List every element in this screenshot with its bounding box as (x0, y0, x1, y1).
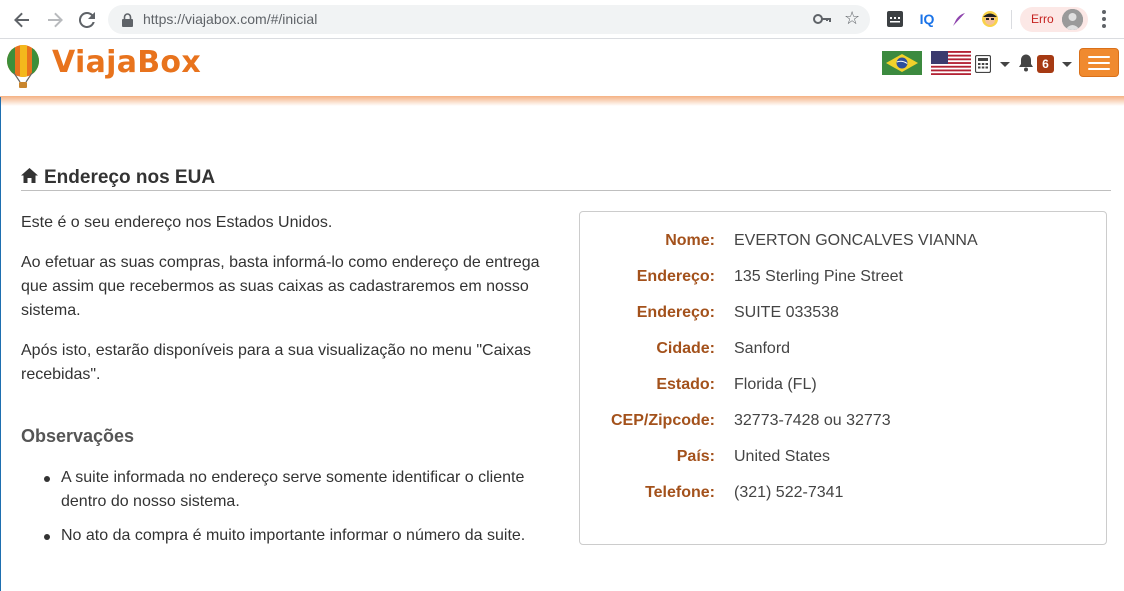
address-bar[interactable]: https://viajabox.com/#/inicial ☆ (108, 5, 870, 34)
calculator-icon[interactable] (974, 54, 992, 78)
address-label: Telefone: (645, 484, 715, 501)
address-value: United States (734, 448, 831, 465)
address-label: Endereço: (636, 304, 715, 321)
left-border (0, 97, 1, 591)
home-icon (21, 167, 38, 189)
availability-paragraph: Após isto, estarão disponíveis para a su… (21, 342, 531, 383)
hamburger-icon (1088, 55, 1110, 58)
address-row-zipcode: CEP/Zipcode: 32773-7428 ou 32773 (580, 412, 1108, 436)
brand-name[interactable]: ViajaBox (52, 45, 201, 80)
reload-icon[interactable] (76, 9, 98, 31)
balloon-logo[interactable] (6, 44, 42, 95)
hamburger-bar (1088, 67, 1110, 70)
page-title: Endereço nos EUA (21, 167, 215, 189)
address-row-city: Cidade: Sanford (580, 340, 1108, 364)
address-label: Nome: (665, 232, 715, 249)
address-row-suite: Endereço: SUITE 033538 (580, 304, 1108, 328)
hamburger-menu-button[interactable] (1079, 48, 1119, 77)
extension-iq-icon[interactable]: IQ (917, 9, 937, 29)
address-row-street: Endereço: 135 Sterling Pine Street (580, 268, 1108, 292)
bell-icon[interactable] (1018, 54, 1034, 77)
address-label: Cidade: (656, 340, 715, 357)
address-row-state: Estado: Florida (FL) (580, 376, 1108, 400)
profile-chip[interactable]: Erro (1020, 7, 1088, 32)
address-label: Estado: (656, 376, 715, 393)
header-shadow (0, 96, 1124, 106)
notification-dropdown-caret[interactable] (1062, 62, 1072, 67)
intro-paragraph: Este é o seu endereço nos Estados Unidos… (21, 214, 333, 231)
address-label: Endereço: (636, 268, 715, 285)
observations-list: A suite informada no endereço serve some… (21, 466, 541, 558)
address-label: CEP/Zipcode: (610, 412, 715, 429)
address-value: EVERTON GONCALVES VIANNA (734, 232, 978, 249)
address-value: (321) 522-7341 (734, 484, 844, 501)
address-row-phone: Telefone: (321) 522-7341 (580, 484, 1108, 508)
address-row-name: Nome: EVERTON GONCALVES VIANNA (580, 232, 1108, 256)
star-icon[interactable]: ☆ (844, 8, 860, 29)
address-value: 32773-7428 ou 32773 (734, 412, 891, 429)
extension-feather-icon[interactable] (949, 9, 969, 29)
address-value: Florida (FL) (734, 376, 817, 393)
address-label: País: (676, 448, 715, 465)
brazil-flag-icon[interactable] (882, 51, 922, 80)
key-icon[interactable] (813, 12, 831, 31)
list-item: A suite informada no endereço serve some… (21, 466, 541, 514)
page-title-text: Endereço nos EUA (44, 167, 216, 188)
toolbar-separator (1011, 10, 1012, 29)
observations-title: Observações (21, 426, 135, 446)
back-icon[interactable] (11, 9, 33, 31)
list-item: No ato da compra é muito importante info… (21, 524, 541, 548)
profile-label: Erro (1031, 12, 1054, 26)
notification-badge[interactable]: 6 (1037, 55, 1054, 73)
browser-toolbar: https://viajabox.com/#/inicial ☆ IQ Erro (0, 0, 1124, 39)
address-value: Sanford (734, 340, 791, 357)
avatar (1062, 9, 1083, 30)
hamburger-bar (1088, 61, 1110, 64)
extension-keyboard-icon[interactable] (885, 9, 905, 29)
address-value: SUITE 033538 (734, 304, 839, 321)
forward-icon[interactable] (44, 9, 66, 31)
instructions-paragraph: Ao efetuar as suas compras, basta inform… (21, 254, 540, 319)
address-card: Nome: EVERTON GONCALVES VIANNA Endereço:… (579, 211, 1107, 545)
address-row-country: País: United States (580, 448, 1108, 472)
lock-icon (122, 13, 133, 32)
browser-menu-icon[interactable] (1099, 10, 1109, 28)
address-value: 135 Sterling Pine Street (734, 268, 903, 285)
us-flag-icon[interactable] (931, 51, 971, 80)
url-text: https://viajabox.com/#/inicial (143, 11, 318, 27)
title-divider (21, 190, 1111, 191)
calculator-dropdown-caret[interactable] (1000, 62, 1010, 67)
extension-face-icon[interactable] (980, 9, 1000, 29)
